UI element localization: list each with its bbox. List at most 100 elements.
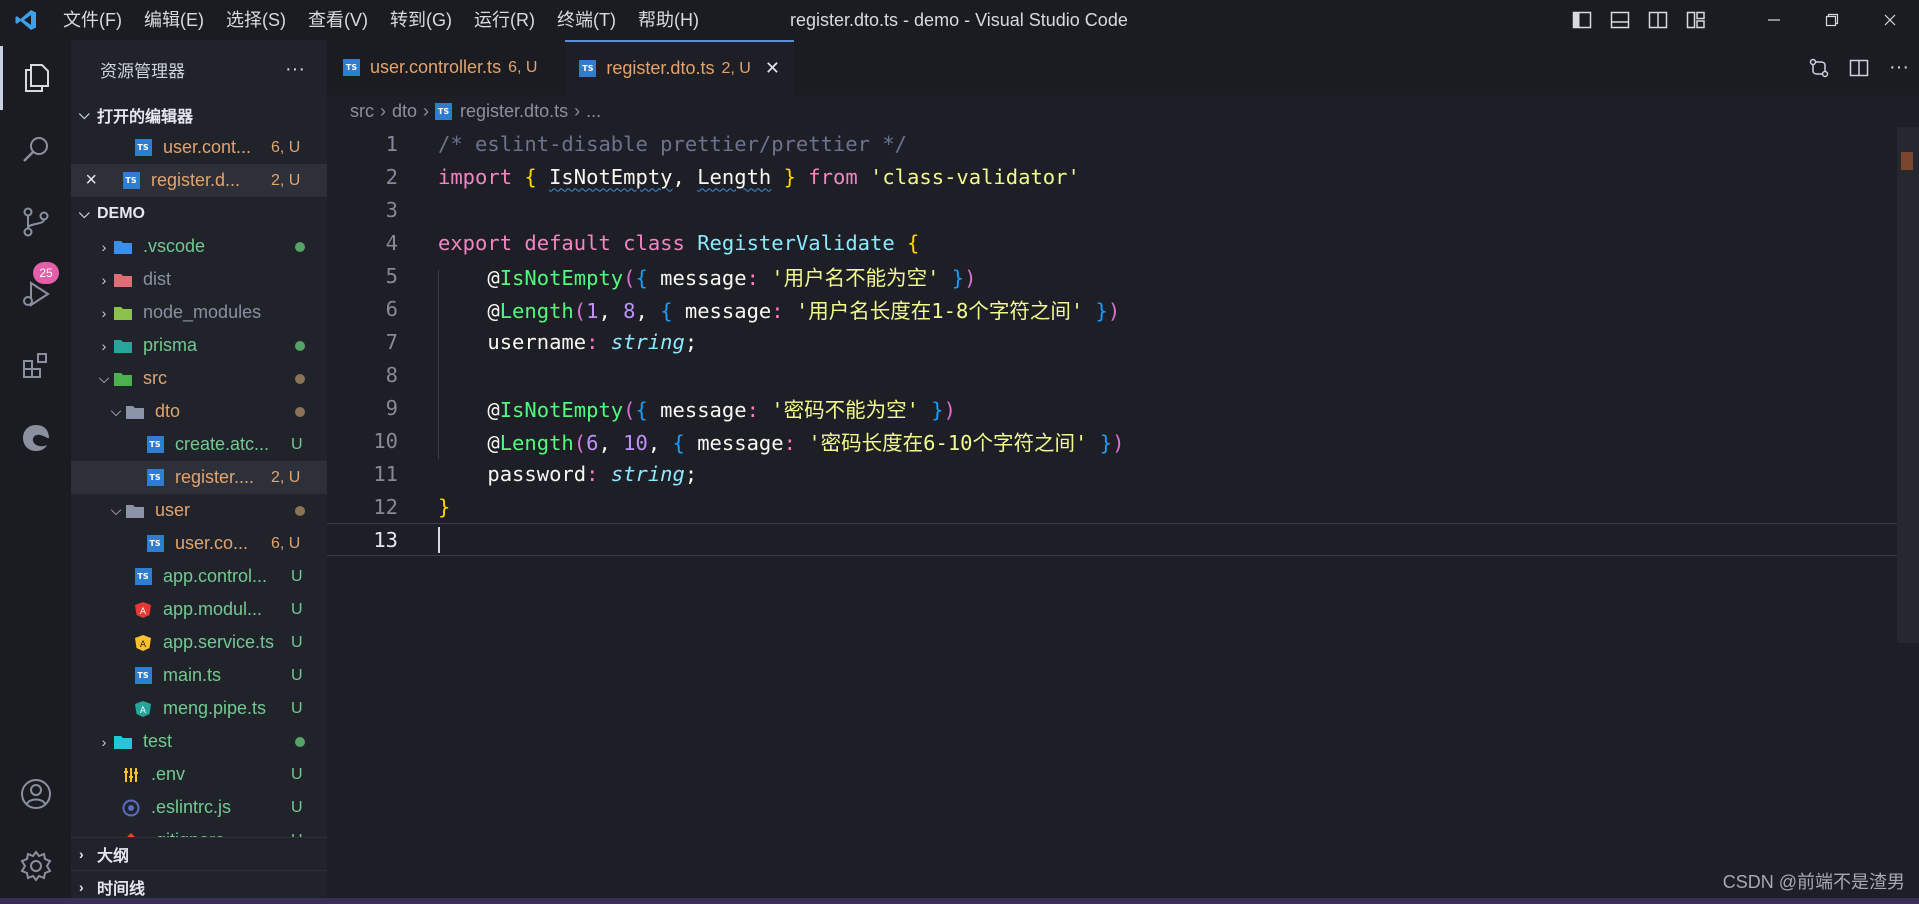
code-text: password: string; [487, 461, 698, 486]
edge-devtools-icon[interactable] [0, 406, 71, 470]
tree-item-label: dto [155, 401, 181, 421]
code-line: 9 @IsNotEmpty({ message: '密码不能为空' }) [327, 391, 1919, 424]
tree-folder-vscode[interactable]: › .vscode [71, 230, 327, 263]
breadcrumb-dto[interactable]: dto [392, 101, 417, 122]
menu-file[interactable]: 文件(F) [52, 0, 133, 40]
toggle-secondary-sidebar-icon[interactable] [1639, 0, 1677, 40]
explorer-more-icon[interactable]: ··· [285, 58, 305, 81]
restore-icon[interactable] [1803, 0, 1861, 40]
breadcrumb-symbol[interactable]: ... [586, 101, 601, 122]
angular-file-icon: A [133, 601, 153, 619]
test-folder-icon [113, 733, 133, 751]
tree-file[interactable]: .eslintrc.js U [71, 791, 327, 824]
env-file-icon [121, 766, 141, 784]
tree-file[interactable]: TS create.atc... U [71, 428, 327, 461]
menu-help[interactable]: 帮助(H) [627, 0, 710, 40]
tree-item-label: .vscode [143, 236, 206, 256]
file-status: 2, U [271, 171, 301, 189]
tree-folder-node-modules[interactable]: › node_modules [71, 296, 327, 329]
split-editor-icon[interactable] [1839, 40, 1879, 95]
tree-folder-user[interactable]: ⌵ user [71, 494, 327, 527]
tree-folder-prisma[interactable]: › prisma [71, 329, 327, 362]
tree-file[interactable]: A meng.pipe.ts U [71, 692, 327, 725]
svg-text:A: A [140, 706, 147, 716]
chevron-down-icon: ⌵ [110, 502, 122, 518]
settings-gear-icon[interactable] [0, 834, 71, 898]
tab-register-dto[interactable]: TS register.dto.ts 2, U ✕ [565, 40, 794, 95]
tree-item-label: create.atc... [175, 434, 270, 454]
modified-dot [295, 505, 305, 516]
open-editor-item[interactable]: × TS register.d... 2, U [71, 164, 327, 197]
chevron-right-icon: › [380, 100, 386, 121]
extensions-icon[interactable] [0, 334, 71, 398]
file-status: U [291, 435, 303, 453]
menu-view[interactable]: 查看(V) [297, 0, 379, 40]
line-number: 12 [373, 494, 398, 519]
customize-layout-icon[interactable] [1677, 0, 1715, 40]
menu-selection[interactable]: 选择(S) [215, 0, 297, 40]
line-number: 1 [385, 131, 398, 156]
angular-pipe-icon: A [133, 700, 153, 718]
line-number: 2 [385, 164, 398, 189]
open-changes-icon[interactable] [1799, 40, 1839, 95]
tab-user-controller[interactable]: TS user.controller.ts 6, U [327, 40, 552, 95]
timeline-title: 时间线 [97, 881, 146, 898]
window-title: register.dto.ts - demo - Visual Studio C… [790, 10, 1128, 30]
typescript-file-icon: TS [121, 172, 141, 190]
line-number: 13 [373, 527, 398, 552]
menu-go[interactable]: 转到(G) [379, 0, 463, 40]
chevron-right-icon: › [101, 733, 107, 750]
toggle-panel-icon[interactable] [1601, 0, 1639, 40]
open-editors-header[interactable]: ⌵ 打开的编辑器 [71, 98, 327, 131]
tree-folder-test[interactable]: › test [71, 725, 327, 758]
file-status: U [291, 765, 303, 783]
modified-dot [295, 736, 305, 747]
tree-folder-src[interactable]: ⌵ src [71, 362, 327, 395]
line-number: 11 [373, 461, 398, 486]
open-editor-name: register.d... [151, 170, 241, 190]
tree-file[interactable]: A app.service.ts U [71, 626, 327, 659]
more-actions-icon[interactable]: ··· [1879, 40, 1919, 95]
tree-folder-dto[interactable]: ⌵ dto [71, 395, 327, 428]
menu-terminal[interactable]: 终端(T) [546, 0, 627, 40]
editor-scrollbar[interactable] [1897, 127, 1919, 643]
tree-file-active[interactable]: TS register.... 2, U [71, 461, 327, 494]
tree-file[interactable]: .env U [71, 758, 327, 791]
chevron-down-icon: ⌵ [98, 370, 110, 386]
close-icon[interactable]: × [71, 169, 107, 192]
explorer-title: 资源管理器 [100, 61, 185, 81]
project-header[interactable]: ⌵ DEMO [71, 197, 327, 230]
tree-file[interactable]: TS user.co... 6, U [71, 527, 327, 560]
source-control-icon[interactable] [0, 190, 71, 254]
code-text: @IsNotEmpty({ message: '用户名不能为空' }) [487, 265, 977, 290]
outline-header[interactable]: › 大纲 [71, 837, 327, 870]
code-line: 5 @IsNotEmpty({ message: '用户名不能为空' }) [327, 259, 1919, 292]
account-icon[interactable] [0, 762, 71, 826]
tree-file[interactable]: TS app.control... U [71, 560, 327, 593]
menu-run[interactable]: 运行(R) [463, 0, 546, 40]
project-title: DEMO [97, 204, 145, 222]
toggle-primary-sidebar-icon[interactable] [1563, 0, 1601, 40]
explorer-icon[interactable] [0, 46, 71, 110]
close-window-icon[interactable] [1861, 0, 1919, 40]
tree-file[interactable]: A app.modul... U [71, 593, 327, 626]
search-icon[interactable] [0, 118, 71, 182]
run-debug-icon[interactable] [0, 262, 71, 326]
code-line: 8 [327, 358, 1919, 391]
breadcrumb-file[interactable]: register.dto.ts [460, 101, 568, 122]
typescript-file-icon: TS [145, 469, 165, 487]
prisma-folder-icon [113, 337, 133, 355]
folder-open-icon [125, 502, 145, 520]
breadcrumb-src[interactable]: src [350, 101, 374, 122]
close-icon[interactable]: ✕ [765, 58, 780, 79]
tree-folder-dist[interactable]: › dist [71, 263, 327, 296]
tree-file[interactable]: TS main.ts U [71, 659, 327, 692]
line-number: 10 [373, 428, 398, 453]
code-editor[interactable]: 1 /* eslint-disable prettier/prettier */… [327, 127, 1919, 904]
tree-item-label: app.control... [163, 566, 268, 586]
minimize-icon[interactable] [1745, 0, 1803, 40]
menu-edit[interactable]: 编辑(E) [133, 0, 215, 40]
vscode-logo-icon [0, 0, 52, 40]
open-editor-item[interactable]: TS user.cont... 6, U [71, 131, 327, 164]
svg-text:A: A [140, 640, 147, 650]
